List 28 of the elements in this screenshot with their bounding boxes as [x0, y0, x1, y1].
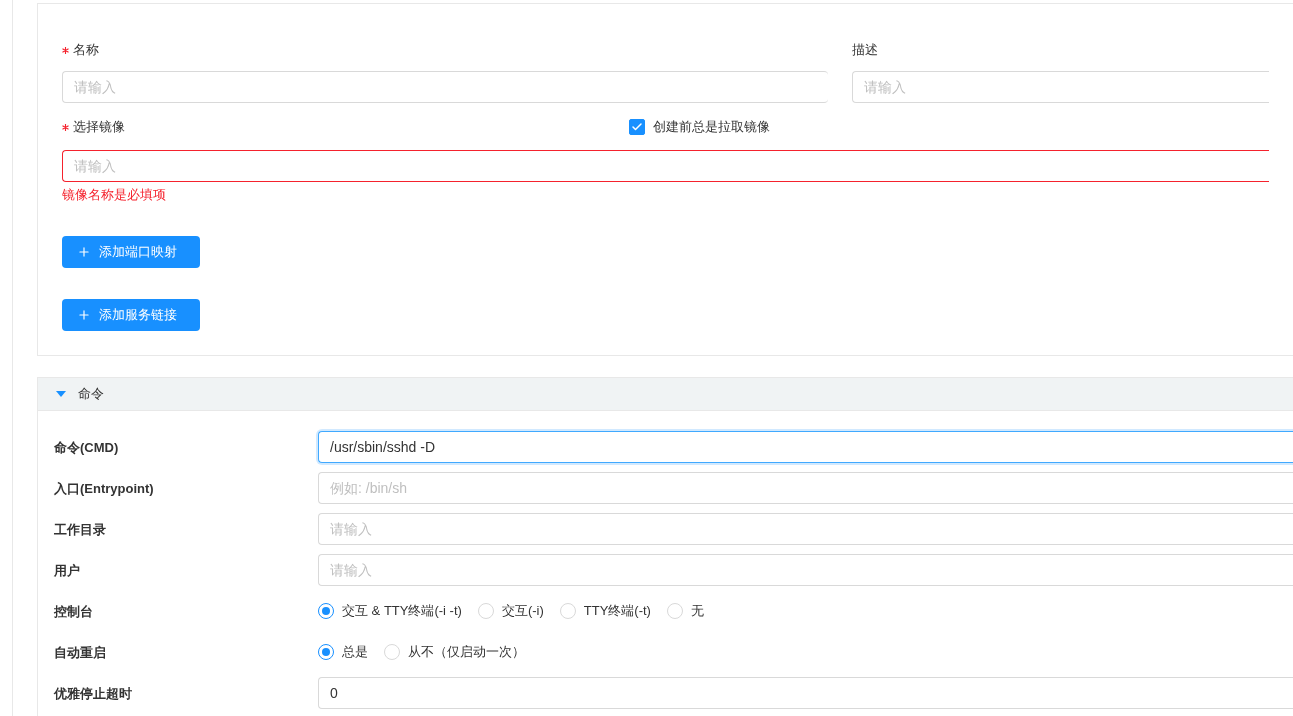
row-label: 控制台 — [54, 604, 93, 619]
plus-icon — [77, 245, 91, 259]
row-label: 自动重启 — [54, 645, 106, 660]
panel-title: 命令 — [78, 385, 104, 404]
panel-header[interactable]: 命令 — [38, 378, 1293, 411]
text-input[interactable]: 请输入 — [62, 150, 1269, 182]
checkbox-label: 创建前总是拉取镜像 — [653, 118, 770, 137]
check-icon — [631, 121, 643, 133]
radio-option[interactable]: TTY终端(-t) — [559, 601, 651, 621]
field-label: 名称 — [73, 41, 99, 60]
row-label: 入口(Entrypoint) — [54, 481, 154, 496]
error-message: 镜像名称是必填项 — [62, 186, 166, 204]
radio-option[interactable]: 无 — [666, 601, 704, 621]
text-input[interactable]: 0 — [318, 677, 1293, 709]
row-label: 工作目录 — [54, 522, 106, 537]
row-label: 用户 — [54, 563, 80, 578]
caret-down-icon — [56, 389, 66, 399]
field-label: 选择镜像 — [73, 118, 125, 137]
row-label: 命令(CMD) — [54, 440, 119, 455]
checkbox[interactable] — [629, 119, 645, 135]
radio-option[interactable]: 交互(-i) — [477, 601, 544, 621]
radio-option[interactable]: 总是 — [318, 642, 368, 662]
text-input[interactable]: /usr/sbin/sshd -D — [318, 431, 1293, 463]
radio-option[interactable]: 交互 & TTY终端(-i -t) — [318, 601, 462, 621]
plus-icon — [77, 308, 91, 322]
radio-option[interactable]: 从不（仅启动一次） — [384, 642, 525, 662]
row-label: 优雅停止超时 — [54, 686, 132, 701]
field-label: 描述 — [852, 41, 878, 60]
